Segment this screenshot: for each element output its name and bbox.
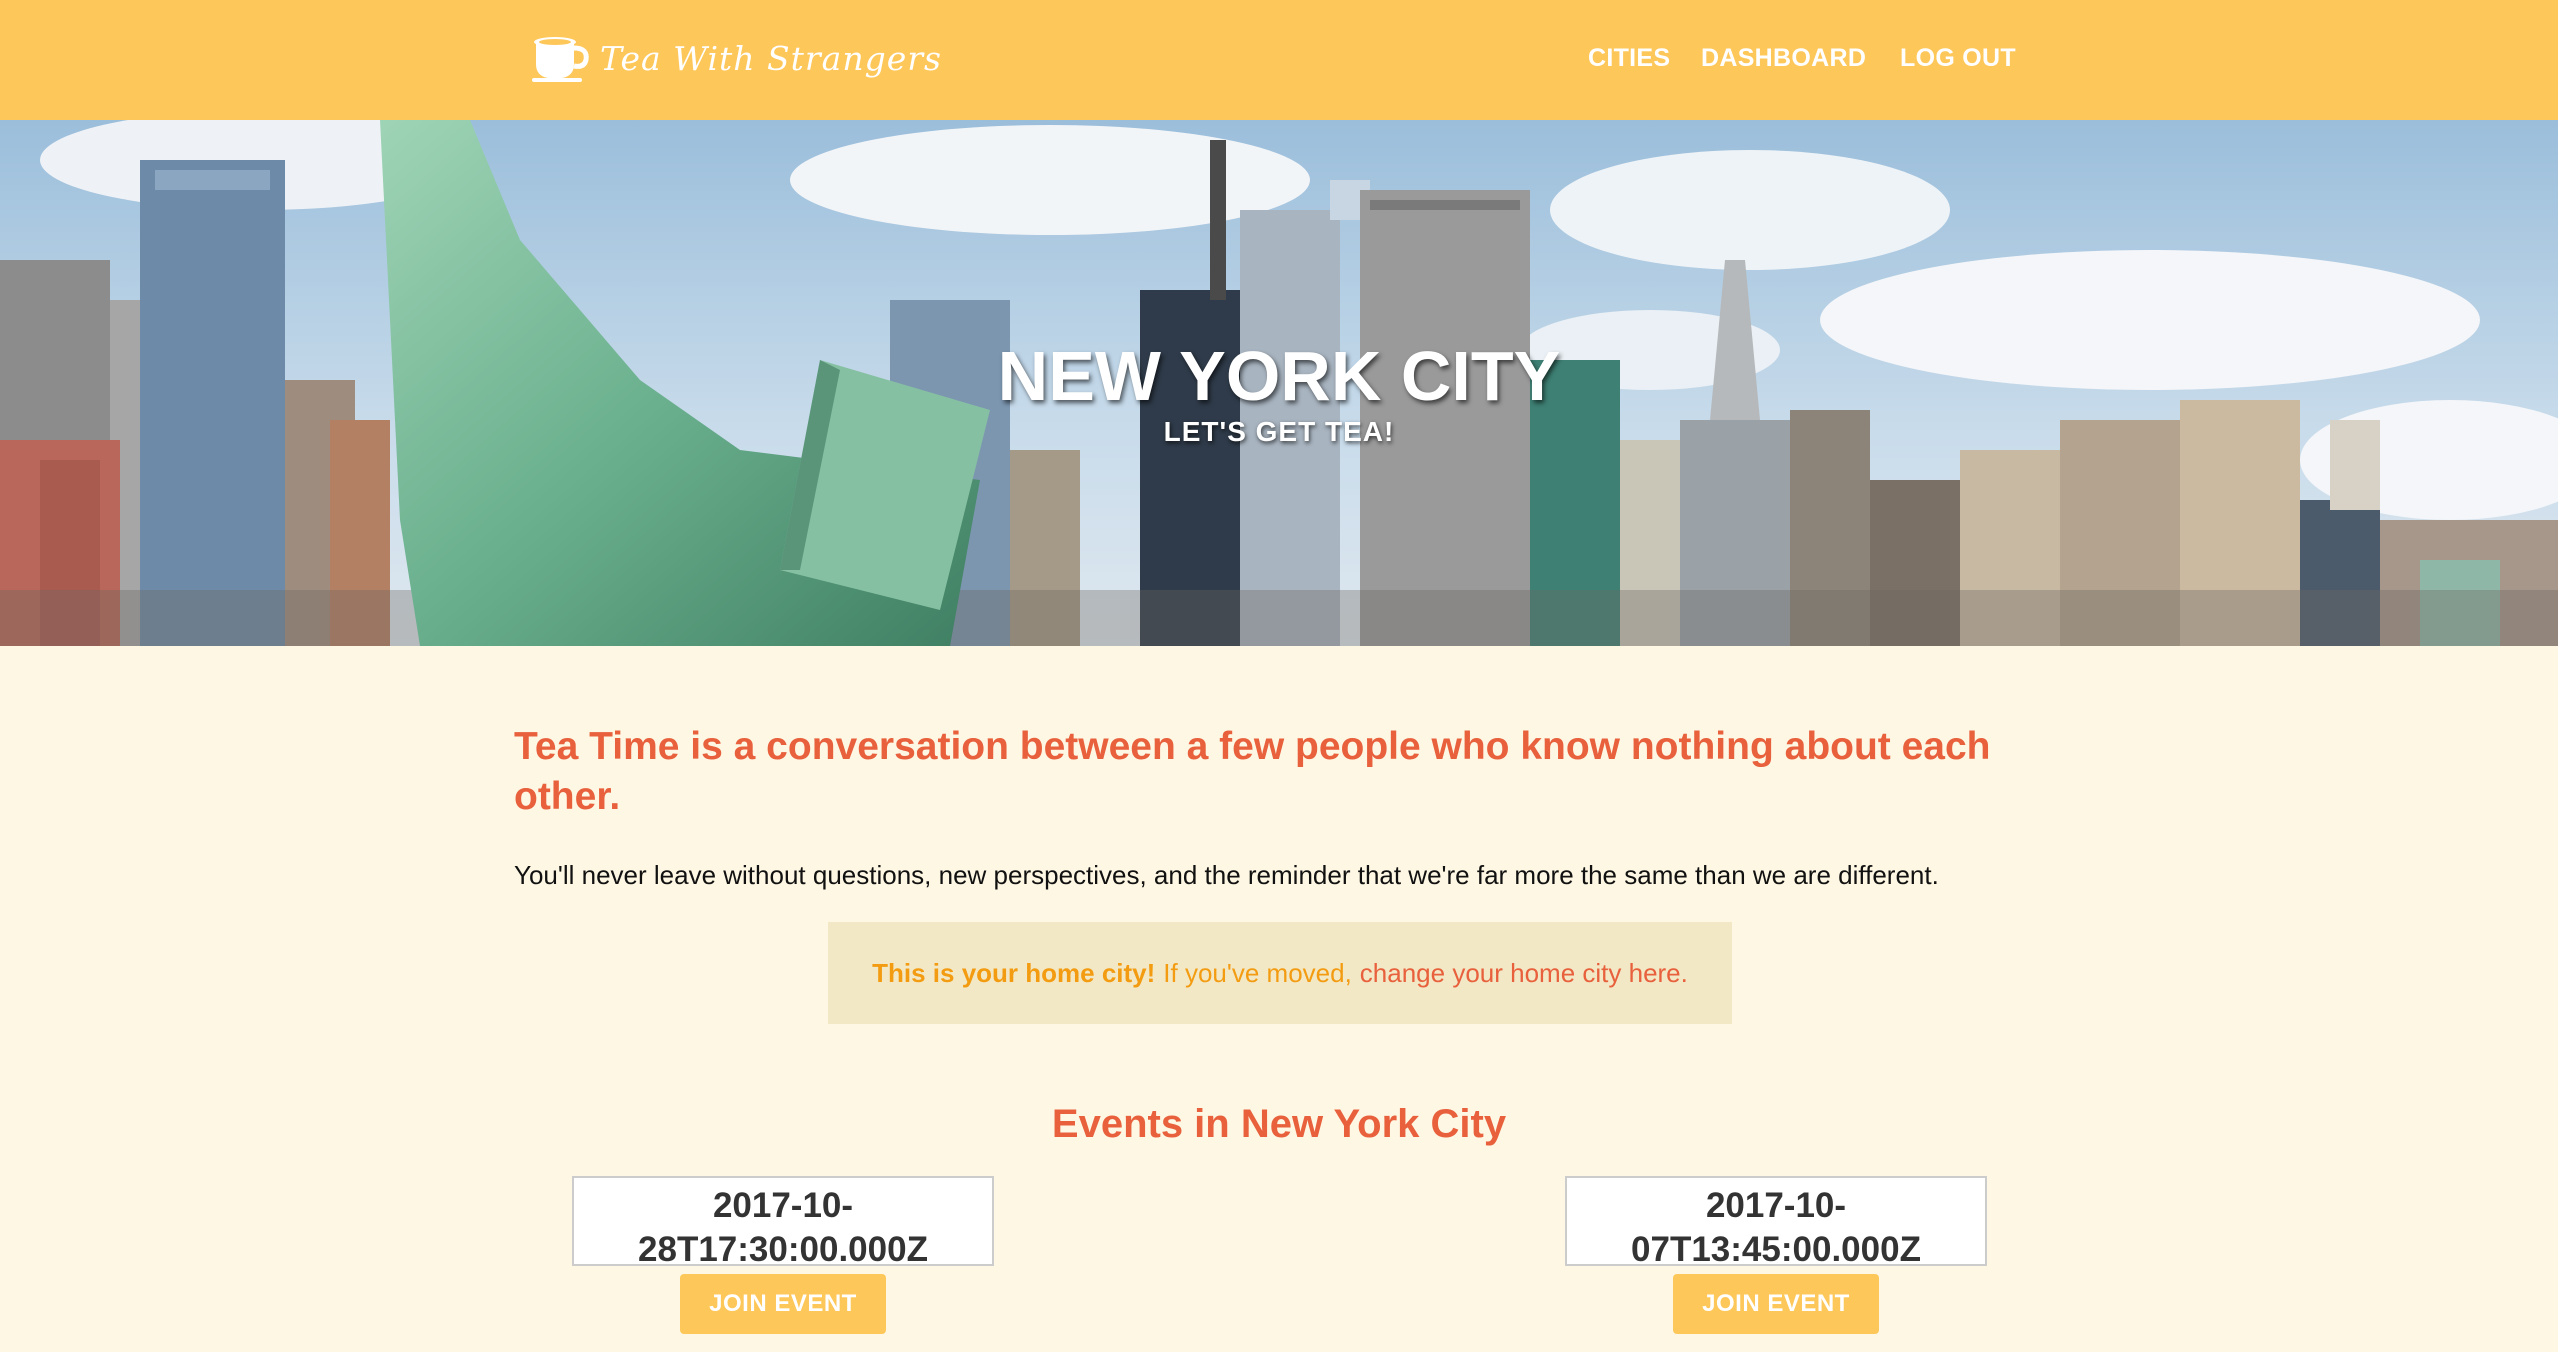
brand-logo-link[interactable]: Tea With Strangers [530,30,942,86]
hero-title: NEW YORK CITY [997,337,1561,415]
hero-subtitle: LET'S GET TEA! [1163,416,1395,447]
event-card: 2017-10-28T17:30:00.000Z 123 Actual Plac… [572,1176,994,1301]
event-card: 2017-10-07T13:45:00.000Z 456 Real Road [1565,1176,1987,1301]
event-date: 2017-10-07T13:45:00.000Z [1631,1186,1921,1269]
nav-logout-link[interactable]: LOG OUT [1900,44,2016,73]
home-city-normal-text: If you've moved, [1163,957,1352,988]
nav-dashboard-link[interactable]: DASHBOARD [1701,44,1866,73]
teacup-logo-icon [532,37,589,82]
join-event-button[interactable]: JOIN EVENT [680,1274,886,1334]
intro-heading: Tea Time is a conversation between a few… [514,725,1991,818]
navbar: Tea With Strangers CITIES DASHBOARD LOG … [0,0,2558,120]
join-event-button[interactable]: JOIN EVENT [1673,1274,1879,1334]
event-date: 2017-10-28T17:30:00.000Z [638,1186,928,1269]
events-heading: Events in New York City [1051,1102,1507,1146]
nav-cities-link[interactable]: CITIES [1588,44,1670,73]
home-city-strong-text: This is your home city! [872,957,1156,988]
change-home-city-link[interactable]: change your home city here. [1360,958,1688,989]
intro-body-text: You'll never leave without questions, ne… [514,860,1939,890]
home-city-notice: This is your home city! If you've moved,… [828,922,1732,1024]
brand-name: Tea With Strangers [600,38,942,78]
hero-banner: NEW YORK CITY LET'S GET TEA! [0,120,2558,646]
